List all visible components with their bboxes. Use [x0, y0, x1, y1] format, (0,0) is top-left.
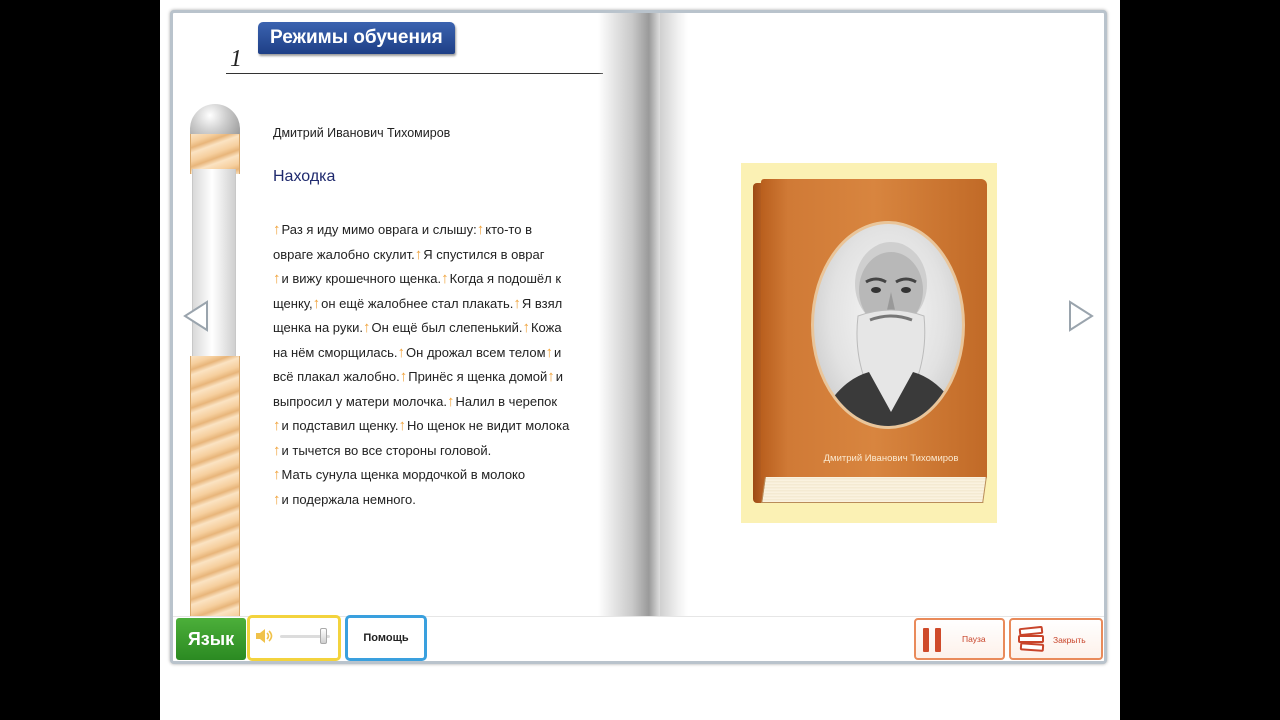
story-segment: Когда я подошёл к	[449, 271, 562, 286]
volume-slider-thumb[interactable]	[320, 628, 327, 644]
reading-marker-icon: ↑	[273, 490, 281, 508]
story-line: ↑и подставил щенку.↑Но щенок не видит мо…	[273, 414, 603, 439]
story-line: всё плакал жалобно.↑Принёс я щенка домой…	[273, 365, 603, 390]
mode-tab[interactable]: Режимы обучения	[258, 22, 455, 54]
story-line: овраге жалобно скулит.↑Я спустился в овр…	[273, 243, 603, 268]
reading-marker-icon: ↑	[397, 343, 406, 361]
reading-marker-icon: ↑	[545, 343, 554, 361]
story-line: ↑и тычется во все стороны головой.	[273, 439, 603, 464]
reading-marker-icon: ↑	[414, 245, 423, 263]
reading-marker-icon: ↑	[398, 417, 406, 434]
reading-marker-icon: ↑	[273, 270, 281, 287]
reading-marker-icon: ↑	[447, 392, 455, 410]
book-illustration: Дмитрий Иванович Тихомиров	[753, 179, 987, 505]
reading-marker-icon: ↑	[273, 417, 281, 434]
screen: Режимы обучения 1 Дмитрий Иванович Тихом…	[160, 0, 1120, 720]
story-line: на нём сморщилась.↑Он дрожал всем телом↑…	[273, 341, 603, 366]
pause-icon	[923, 628, 941, 652]
scrollbar-rope-bottom	[190, 356, 240, 619]
volume-control[interactable]	[247, 615, 341, 661]
story-segment: и подставил щенку.	[281, 418, 399, 433]
book-spine-shadow-right	[660, 13, 688, 616]
close-label: Закрыть	[1053, 635, 1086, 645]
story-segment: кто-то в	[485, 222, 532, 237]
story-segment: выпросил у матери молочка.	[273, 393, 447, 409]
reading-marker-icon: ↑	[513, 294, 521, 312]
story-segment: Мать сунула щенка мордочкой в молоко	[281, 467, 526, 482]
reading-marker-icon: ↑	[547, 368, 555, 385]
story-segment: он ещё жалобнее стал плакать.	[321, 295, 514, 311]
story-segment: и	[554, 344, 562, 360]
story-segment: Он дрожал всем телом	[406, 344, 546, 360]
language-button[interactable]: Язык	[176, 618, 246, 660]
story-line: ↑Раз я иду мимо оврага и слышу:↑кто-то в	[273, 218, 603, 243]
pause-button[interactable]: Пауза	[914, 618, 1005, 660]
help-button[interactable]: Помощь	[345, 615, 427, 661]
reading-marker-icon: ↑	[522, 319, 530, 336]
story-segment: Я спустился в овраг	[423, 246, 545, 262]
story-segment: и тычется во все стороны головой.	[281, 442, 492, 458]
book-cover-image: Дмитрий Иванович Тихомиров	[741, 163, 997, 523]
story-segment: Я взял	[521, 295, 563, 311]
reading-marker-icon: ↑	[273, 466, 281, 483]
pause-label: Пауза	[962, 634, 986, 644]
author-name: Дмитрий Иванович Тихомиров	[273, 126, 451, 140]
story-text: ↑Раз я иду мимо оврага и слышу:↑кто-то в…	[273, 218, 603, 512]
story-segment: Раз я иду мимо оврага и слышу:	[281, 222, 477, 237]
story-segment: и	[555, 369, 564, 384]
story-line: щенка на руки.↑Он ещё был слепенький.↑Ко…	[273, 316, 603, 341]
story-segment: овраге жалобно скулит.	[273, 246, 415, 262]
page-scrollbar[interactable]	[188, 104, 240, 619]
book-pages	[761, 477, 987, 503]
speaker-icon[interactable]	[254, 627, 274, 645]
reading-marker-icon: ↑	[476, 221, 485, 238]
story-line: щенку,↑он ещё жалобнее стал плакать.↑Я в…	[273, 292, 603, 317]
book-window: Режимы обучения 1 Дмитрий Иванович Тихом…	[170, 10, 1107, 664]
reading-marker-icon: ↑	[273, 221, 281, 238]
reading-marker-icon: ↑	[441, 270, 449, 287]
header-divider	[226, 73, 603, 74]
story-segment: щенка на руки.	[273, 320, 363, 335]
page-number: 1	[230, 46, 242, 72]
story-segment: Кожа	[530, 320, 562, 335]
books-stack-icon	[1018, 626, 1045, 652]
story-segment: Но щенок не видит молока	[406, 418, 570, 433]
story-segment: Принёс я щенка домой	[408, 369, 548, 384]
story-line: ↑и подержала немного.	[273, 488, 603, 513]
reading-marker-icon: ↑	[273, 441, 281, 459]
story-segment: на нём сморщилась.	[273, 344, 398, 360]
story-line: ↑Мать сунула щенка мордочкой в молоко	[273, 463, 603, 488]
story-title: Находка	[273, 168, 336, 185]
scrollbar-rope-top	[190, 134, 240, 174]
author-portrait	[811, 221, 965, 429]
story-segment: и подержала немного.	[281, 491, 416, 507]
reading-marker-icon: ↑	[362, 319, 371, 336]
story-line: выпросил у матери молочка.↑Налил в череп…	[273, 390, 603, 415]
story-segment: и вижу крошечного щенка.	[281, 271, 442, 286]
story-segment: всё плакал жалобно.	[273, 369, 400, 384]
story-segment: щенку,	[273, 295, 313, 311]
close-button[interactable]: Закрыть	[1009, 618, 1103, 660]
left-page: Режимы обучения 1 Дмитрий Иванович Тихом…	[176, 16, 641, 619]
story-line: ↑и вижу крошечного щенка.↑Когда я подошё…	[273, 267, 603, 292]
reading-marker-icon: ↑	[312, 294, 321, 312]
book-spine-shadow	[598, 13, 660, 616]
story-segment: Он ещё был слепенький.	[371, 320, 523, 335]
cover-author-name: Дмитрий Иванович Тихомиров	[823, 453, 959, 464]
reading-marker-icon: ↑	[399, 368, 408, 385]
story-segment: Налил в черепок	[455, 393, 558, 409]
